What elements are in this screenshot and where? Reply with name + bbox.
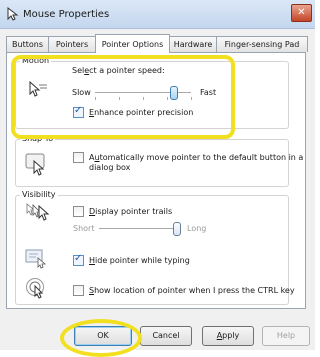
visibility-legend: Visibility	[22, 190, 56, 199]
title-bar[interactable]: Mouse Properties ✕	[0, 0, 315, 29]
trail-length-slider-thumb[interactable]	[173, 222, 181, 236]
snap-to-label-line2[interactable]: dialog box	[89, 163, 130, 172]
tab-pointers[interactable]: Pointers	[48, 36, 96, 52]
pointer-speed-slider-thumb[interactable]	[169, 86, 178, 100]
hide-while-typing-text: ide pointer while typing	[95, 256, 190, 265]
enhance-precision-text: nhance pointer precision	[94, 108, 194, 117]
apply-button[interactable]: Apply	[202, 326, 254, 346]
checkmark-icon: ✓	[74, 105, 83, 116]
snap-to-label-rest: tomatically move pointer to the default …	[99, 153, 304, 162]
hide-pointer-icon	[25, 249, 47, 269]
enhance-precision-checkbox[interactable]: ✓	[73, 105, 84, 118]
ok-button[interactable]: OK	[74, 326, 132, 346]
pointer-trails-text: isplay pointer trails	[95, 207, 173, 216]
enhance-precision-label[interactable]: Enhance pointer precision	[89, 108, 193, 117]
speed-tick	[167, 97, 168, 100]
pointer-options-panel: Motion Select a pointer speed: Slow Fast…	[6, 52, 306, 309]
speed-label-post: ct a pointer speed:	[89, 66, 165, 75]
window-title: Mouse Properties	[23, 9, 110, 20]
tab-pointer-options[interactable]: Pointer Options	[95, 34, 170, 53]
motion-legend: Motion	[22, 56, 50, 65]
fast-label: Fast	[200, 88, 217, 97]
mouse-pointer-icon	[7, 7, 19, 21]
apply-text: pply	[222, 331, 240, 340]
cancel-button[interactable]: Cancel	[140, 326, 192, 346]
speed-tick	[191, 97, 192, 100]
tab-finger-sensing-pad[interactable]: Finger-sensing Pad	[216, 36, 308, 52]
show-location-checkbox[interactable]	[73, 285, 84, 296]
pointer-trails-label[interactable]: Display pointer trails	[89, 207, 172, 216]
pointer-trails-checkbox[interactable]	[73, 206, 84, 217]
trail-short-label: Short	[73, 224, 95, 233]
mouse-properties-dialog: Mouse Properties ✕ Buttons Pointers Poin…	[0, 0, 315, 357]
pointer-speed-icon	[29, 80, 47, 97]
speed-label: Select a pointer speed:	[72, 66, 165, 75]
speed-label-pre: Sel	[72, 66, 85, 75]
show-location-label[interactable]: Show location of pointer when I press th…	[89, 286, 295, 295]
speed-tick	[143, 97, 144, 100]
snap-to-checkbox[interactable]	[73, 152, 84, 163]
tab-buttons[interactable]: Buttons	[6, 36, 49, 52]
help-button[interactable]: Help	[262, 326, 310, 346]
hide-while-typing-checkbox[interactable]: ✓	[73, 253, 84, 266]
tab-hardware[interactable]: Hardware	[169, 36, 217, 52]
close-button[interactable]: ✕	[291, 4, 312, 22]
snap-to-label-line1[interactable]: Automatically move pointer to the defaul…	[89, 153, 303, 162]
snap-to-legend: Snap To	[22, 134, 54, 143]
speed-tick	[119, 97, 120, 100]
slow-label: Slow	[72, 88, 91, 97]
close-icon: ✕	[297, 7, 306, 18]
show-location-icon	[26, 278, 44, 299]
pointer-trails-icon	[26, 203, 50, 221]
trail-long-label: Long	[187, 224, 207, 233]
hide-while-typing-label[interactable]: Hide pointer while typing	[89, 256, 190, 265]
show-location-text: how location of pointer when I press the…	[94, 286, 295, 295]
trail-length-slider-track[interactable]	[99, 228, 177, 230]
snap-to-icon	[25, 153, 45, 176]
checkmark-icon: ✓	[74, 253, 83, 264]
speed-tick	[95, 97, 96, 100]
